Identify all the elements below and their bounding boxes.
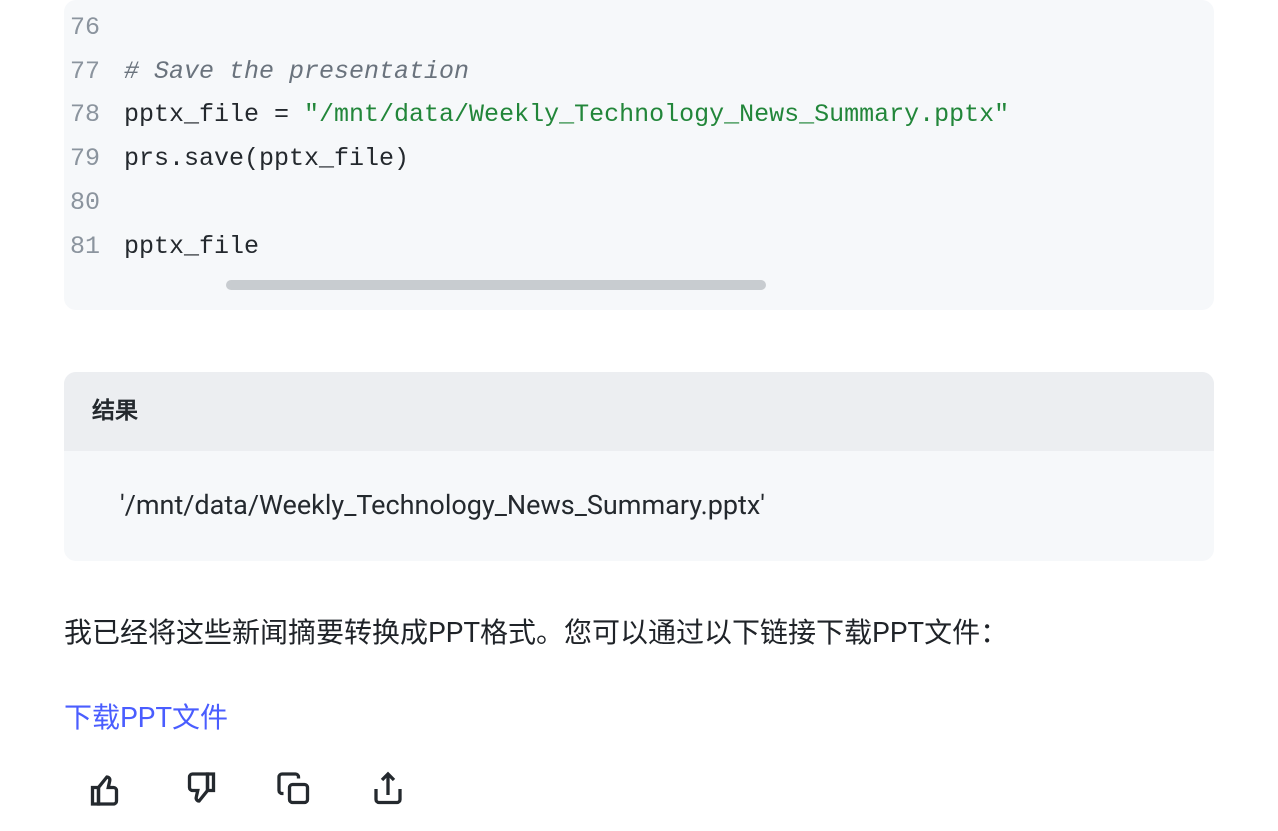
copy-icon[interactable] — [272, 767, 316, 811]
line-number: 79 — [64, 137, 124, 181]
code-line: 80 — [64, 181, 1192, 225]
line-number: 80 — [64, 181, 124, 225]
line-code: pptx_file — [124, 225, 1192, 269]
thumbs-down-icon[interactable] — [178, 767, 222, 811]
line-number: 81 — [64, 225, 124, 269]
action-row — [84, 767, 1278, 811]
result-block: 结果 '/mnt/data/Weekly_Technology_News_Sum… — [64, 372, 1214, 561]
scrollbar-thumb[interactable] — [226, 280, 766, 290]
line-code: pptx_file = "/mnt/data/Weekly_Technology… — [124, 93, 1192, 137]
line-code — [124, 6, 1192, 50]
code-block: 75 科技", "2024年四个要尔特会",7677# Save the pre… — [64, 0, 1214, 310]
result-body: '/mnt/data/Weekly_Technology_News_Summar… — [64, 451, 1214, 562]
thumbs-up-icon[interactable] — [84, 767, 128, 811]
code-line: 81pptx_file — [64, 225, 1192, 269]
result-header: 结果 — [64, 372, 1214, 451]
code-line: 77# Save the presentation — [64, 50, 1192, 94]
line-code — [124, 181, 1192, 225]
horizontal-scrollbar[interactable] — [226, 280, 766, 290]
line-number: 77 — [64, 50, 124, 94]
code-line: 78pptx_file = "/mnt/data/Weekly_Technolo… — [64, 93, 1192, 137]
line-code: # Save the presentation — [124, 50, 1192, 94]
assistant-message: 我已经将这些新闻摘要转换成PPT格式。您可以通过以下链接下载PPT文件： — [64, 611, 1214, 654]
code-line: 76 — [64, 6, 1192, 50]
code-line: 79prs.save(pptx_file) — [64, 137, 1192, 181]
share-icon[interactable] — [366, 767, 410, 811]
code-content: 75 科技", "2024年四个要尔特会",7677# Save the pre… — [64, 0, 1214, 268]
line-number: 78 — [64, 93, 124, 137]
line-number: 76 — [64, 6, 124, 50]
line-code: prs.save(pptx_file) — [124, 137, 1192, 181]
download-link[interactable]: 下载PPT文件 — [64, 697, 228, 739]
